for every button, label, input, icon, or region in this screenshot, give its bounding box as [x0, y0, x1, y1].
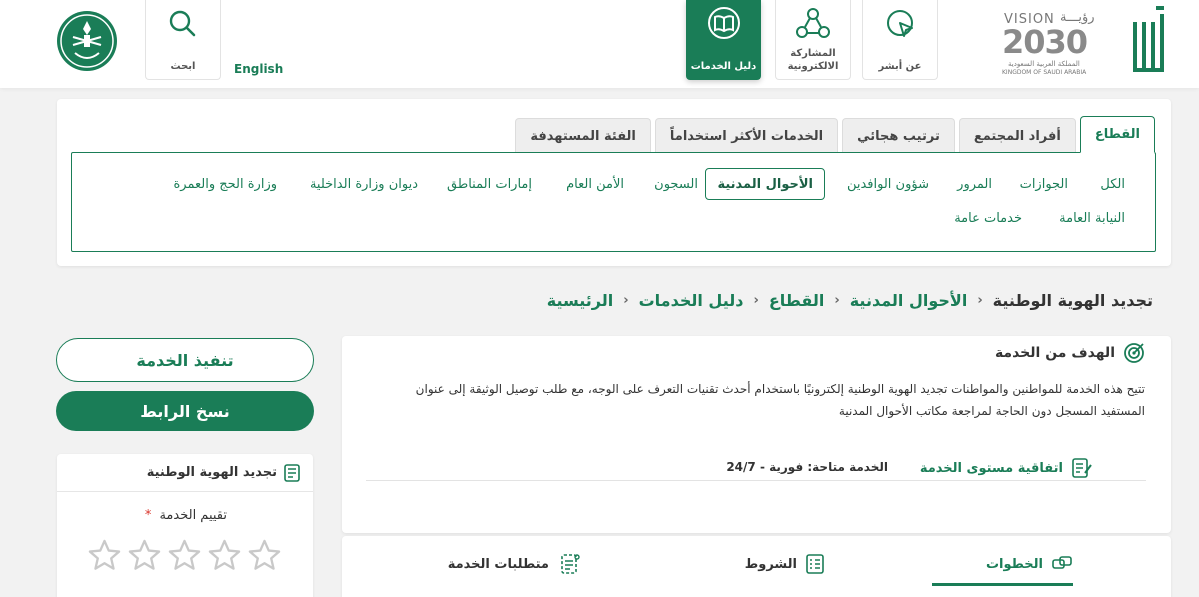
- breadcrumb-separator: ‹: [834, 292, 840, 308]
- steps-icon: [1052, 556, 1072, 569]
- tab-steps[interactable]: الخطوات: [986, 552, 1073, 576]
- nav-search-label: ابحث: [170, 61, 196, 72]
- nav-e-participation-line2: الالكترونية: [787, 61, 839, 72]
- requirements-icon: [561, 554, 580, 574]
- star-icon[interactable]: [87, 538, 122, 573]
- nav-e-participation-label: المشاركة الالكترونية: [776, 47, 850, 73]
- nav-e-participation[interactable]: المشاركة الالكترونية: [775, 0, 851, 80]
- book-icon: [707, 7, 740, 39]
- breadcrumb-separator: ‹: [623, 292, 629, 308]
- sector-item-general-services[interactable]: خدمات عامة: [954, 203, 1022, 235]
- star-icon[interactable]: [247, 538, 282, 573]
- breadcrumb-separator: ‹: [977, 292, 983, 308]
- sector-item-public-prosecution[interactable]: النيابة العامة: [1059, 203, 1125, 235]
- tab-community-members[interactable]: أفراد المجتمع: [958, 118, 1076, 153]
- kingdom-ar: المملكة العربية السعودية: [1008, 60, 1080, 68]
- sector-item-civil-affairs[interactable]: الأحوال المدنية: [705, 168, 825, 200]
- tab-terms[interactable]: الشروط: [745, 552, 825, 576]
- sector-list: الكل الجوازات المرور شؤون الوافدين الأحو…: [71, 152, 1156, 252]
- sector-item-passports[interactable]: الجوازات: [1020, 169, 1068, 201]
- nav-about-absher[interactable]: عن أبشر: [862, 0, 938, 80]
- star-icon[interactable]: [127, 538, 162, 573]
- vision-year: 2030: [1002, 23, 1088, 61]
- execute-service-button[interactable]: تنفيذ الخدمة: [56, 338, 314, 382]
- tab-terms-label: الشروط: [744, 556, 797, 572]
- breadcrumb-services-guide[interactable]: دليل الخدمات: [639, 291, 744, 310]
- sector-item-traffic[interactable]: المرور: [957, 169, 992, 201]
- service-rating-card: تجديد الهوية الوطنية تقييم الخدمة *: [57, 454, 313, 597]
- kingdom-en: KINGDOM OF SAUDI ARABIA: [1002, 69, 1087, 76]
- tab-sector[interactable]: القطاع: [1079, 116, 1155, 153]
- service-rating-title: تجديد الهوية الوطنية: [146, 465, 277, 480]
- sector-panel: القطاع أفراد المجتمع ترتيب هجائي الخدمات…: [57, 99, 1171, 266]
- document-list-icon: [284, 463, 300, 482]
- breadcrumb-separator: ‹: [753, 292, 759, 308]
- document-pen-icon: [1072, 458, 1092, 478]
- sector-item-moi-court[interactable]: ديوان وزارة الداخلية: [310, 169, 418, 201]
- moi-emblem-logo[interactable]: [55, 9, 119, 73]
- top-header: VISION رؤيـــة 2030 المملكة العربية السع…: [0, 0, 1199, 88]
- rating-label: تقييم الخدمة *: [145, 508, 227, 523]
- rating-stars: [87, 538, 282, 573]
- nav-search[interactable]: ابحث: [145, 0, 221, 80]
- rating-label-text: تقييم الخدمة: [159, 508, 227, 523]
- network-icon: [796, 8, 830, 38]
- star-icon[interactable]: [207, 538, 242, 573]
- vision-2030-logo: VISION رؤيـــة 2030 المملكة العربية السع…: [1002, 10, 1102, 78]
- nav-e-participation-line1: المشاركة: [790, 48, 836, 59]
- service-goal-card: الهدف من الخدمة تتيح هذه الخدمة للمواطني…: [342, 336, 1171, 533]
- star-icon[interactable]: [167, 538, 202, 573]
- service-detail-tabs: الخطوات الشروط متطلبات الخدمة: [342, 536, 1171, 597]
- sla-link[interactable]: اتفاقية مستوى الخدمة: [920, 456, 1093, 480]
- language-switch-link[interactable]: English: [234, 62, 283, 76]
- service-availability: الخدمة متاحة: فورية - 24/7: [726, 460, 888, 474]
- sector-item-hajj-ministry[interactable]: وزارة الحج والعمرة: [174, 169, 278, 201]
- service-description: تتيح هذه الخدمة للمواطنين والمواطنات تجد…: [415, 382, 1145, 418]
- checklist-icon: [806, 554, 824, 574]
- tab-requirements[interactable]: متطلبات الخدمة: [448, 552, 581, 576]
- service-rating-header: تجديد الهوية الوطنية: [57, 454, 313, 492]
- sector-tabs: القطاع أفراد المجتمع ترتيب هجائي الخدمات…: [515, 116, 1155, 153]
- sector-item-all[interactable]: الكل: [1100, 169, 1125, 201]
- tab-target-group[interactable]: الفئة المستهدفة: [515, 118, 651, 153]
- sector-item-public-security[interactable]: الأمن العام: [566, 169, 624, 201]
- pointer-circle-icon: [887, 10, 913, 37]
- breadcrumb: الرئيسية ‹ دليل الخدمات ‹ القطاع ‹ الأحو…: [547, 288, 1153, 312]
- nav-services-guide-label: دليل الخدمات: [690, 61, 757, 72]
- target-icon: [1124, 343, 1144, 363]
- search-icon: [169, 10, 196, 37]
- active-tab-indicator: [932, 583, 1073, 586]
- tab-alphabetical[interactable]: ترتيب هجائي: [842, 118, 955, 153]
- service-goal-title: الهدف من الخدمة: [994, 345, 1115, 361]
- breadcrumb-civil-affairs[interactable]: الأحوال المدنية: [850, 291, 968, 310]
- required-mark: *: [144, 508, 152, 523]
- nav-about-absher-label: عن أبشر: [878, 61, 922, 72]
- sector-item-expat-affairs[interactable]: شؤون الوافدين: [847, 169, 929, 201]
- sla-label: اتفاقية مستوى الخدمة: [919, 460, 1063, 476]
- tab-most-used[interactable]: الخدمات الأكثر استخداماً: [654, 118, 839, 153]
- sector-item-prisons[interactable]: السجون: [654, 169, 698, 201]
- tab-steps-label: الخطوات: [985, 556, 1043, 572]
- copy-link-button[interactable]: نسخ الرابط: [56, 391, 314, 431]
- absher-logo[interactable]: [1130, 4, 1170, 76]
- nav-services-guide[interactable]: دليل الخدمات: [686, 0, 761, 80]
- tab-requirements-label: متطلبات الخدمة: [447, 556, 549, 572]
- sector-item-regions[interactable]: إمارات المناطق: [447, 169, 532, 201]
- service-goal-header: الهدف من الخدمة: [995, 342, 1145, 364]
- breadcrumb-home[interactable]: الرئيسية: [547, 291, 614, 310]
- divider: [366, 480, 1146, 481]
- breadcrumb-sector[interactable]: القطاع: [769, 291, 825, 310]
- breadcrumb-current: تجديد الهوية الوطنية: [992, 290, 1153, 310]
